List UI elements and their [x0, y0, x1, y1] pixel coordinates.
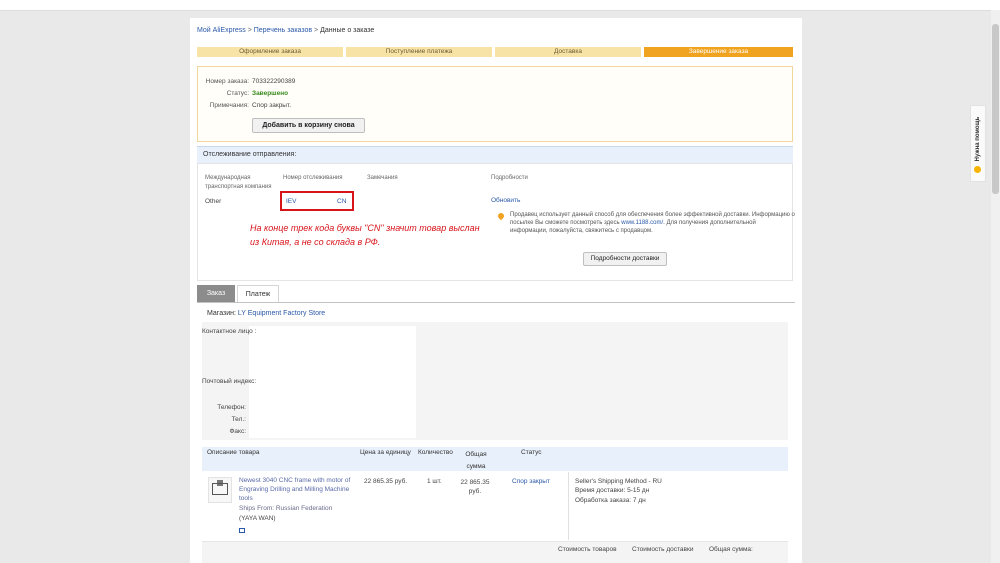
page-scrollbar[interactable]: [991, 10, 1000, 563]
breadcrumb-my-aliexpress[interactable]: Мой AliExpress: [197, 27, 246, 34]
browser-top-bar: [0, 0, 1000, 11]
order-number-value: 703322290389: [252, 78, 296, 85]
product-thumbnail-frame: [212, 483, 228, 495]
col-unit-price: Цена за единицу: [360, 449, 411, 456]
order-note-value: Спор закрыт.: [252, 102, 292, 109]
tracking-title: Отслеживание отправления:: [203, 151, 297, 158]
goods-cost-label: Стоимость товаров: [558, 546, 617, 553]
add-to-cart-again-button[interactable]: Добавить в корзину снова: [252, 118, 365, 133]
tel-label: Тел.:: [231, 416, 246, 423]
breadcrumb-separator: >: [247, 27, 252, 34]
tracking-col-details: Подробности: [491, 175, 528, 181]
store-line: Магазин: LY Equipment Factory Store: [207, 310, 325, 317]
order-status-value: Завершено: [252, 90, 289, 97]
postal-code-label: Почтовый индекс:: [202, 378, 257, 385]
tracking-info-link[interactable]: www.1188.com/: [621, 220, 663, 226]
product-title-link[interactable]: Newest 3040 CNC frame with motor of Engr…: [239, 476, 359, 503]
processing-time: Обработка заказа: 7 дн: [575, 497, 646, 504]
grand-total-label: Общая сумма:: [709, 546, 753, 553]
product-row-divider: [568, 472, 569, 540]
tracking-number-start[interactable]: IEV: [286, 198, 296, 205]
col-total: Общая сумма: [465, 451, 487, 470]
product-ships-from: Ships From: Russian Federation: [239, 505, 333, 512]
store-name-link[interactable]: LY Equipment Factory Store: [238, 310, 325, 317]
contact-person-label: Контактное лицо :: [202, 328, 257, 335]
step-payment: Поступление платежа: [346, 47, 492, 57]
refresh-link[interactable]: Обновить: [491, 197, 520, 204]
order-note-label: Примечания:: [209, 102, 249, 109]
col-status: Статус: [521, 449, 542, 456]
help-label: Нужна помощь: [975, 116, 981, 162]
product-thumbnail[interactable]: [208, 477, 232, 503]
snapshot-icon[interactable]: [239, 528, 245, 533]
shipping-details-button[interactable]: Подробности доставки: [583, 252, 667, 266]
shipping-method: Seller's Shipping Method - RU: [575, 478, 662, 485]
order-status-label: Статус:: [226, 90, 249, 97]
phone-label: Телефон:: [217, 404, 246, 411]
product-total: 22 865.35 руб.: [460, 479, 490, 495]
tracking-col-carrier: Международная транспортная компания: [205, 175, 272, 190]
delivery-time: Время доставки: 5-15 дн: [575, 487, 650, 494]
product-quantity: 1 шт.: [427, 478, 442, 485]
order-tabs: Заказ Платеж: [197, 285, 795, 303]
product-seller: (YAYA WAN): [239, 515, 276, 522]
step-complete: Завершение заказа: [644, 47, 793, 57]
tracking-info-text: Продавец использует данный способ для об…: [495, 211, 795, 235]
annotation-note: На конце трек кода буквы "CN" значит тов…: [250, 223, 480, 247]
shipping-cost-label: Стоимость доставки: [632, 546, 694, 553]
tab-payment[interactable]: Платеж: [237, 285, 279, 302]
fax-label: Факс:: [229, 428, 246, 435]
store-label: Магазин:: [207, 310, 236, 317]
products-table-header: [202, 447, 788, 471]
totals-row: [202, 542, 788, 563]
scrollbar-thumb[interactable]: [992, 24, 999, 194]
col-description: Описание товара: [207, 449, 260, 456]
help-bulb-icon: [974, 166, 981, 173]
product-status-link[interactable]: Спор закрыт: [512, 478, 550, 485]
help-widget[interactable]: Нужна помощь: [970, 105, 986, 182]
breadcrumb-separator: >: [314, 27, 319, 34]
tab-order[interactable]: Заказ: [197, 285, 235, 302]
address-values-area: [249, 326, 416, 438]
step-place-order: Оформление заказа: [197, 47, 343, 57]
order-progress-steps: Оформление заказа Поступление платежа До…: [197, 47, 793, 57]
product-unit-price: 22 865.35 руб.: [364, 478, 408, 485]
carrier-value: Other: [205, 198, 222, 205]
breadcrumb-order-list[interactable]: Перечень заказов: [254, 27, 312, 34]
step-shipping: Доставка: [495, 47, 641, 57]
breadcrumb-current: Данные о заказе: [320, 27, 375, 34]
breadcrumb: Мой AliExpress > Перечень заказов > Данн…: [197, 27, 374, 34]
tracking-col-number: Номер отслеживания: [283, 175, 343, 181]
col-quantity: Количество: [418, 449, 453, 456]
order-number-label: Номер заказа:: [205, 78, 249, 85]
tracking-number-end[interactable]: CN: [337, 198, 346, 205]
tracking-col-remarks: Замечания: [367, 175, 398, 181]
